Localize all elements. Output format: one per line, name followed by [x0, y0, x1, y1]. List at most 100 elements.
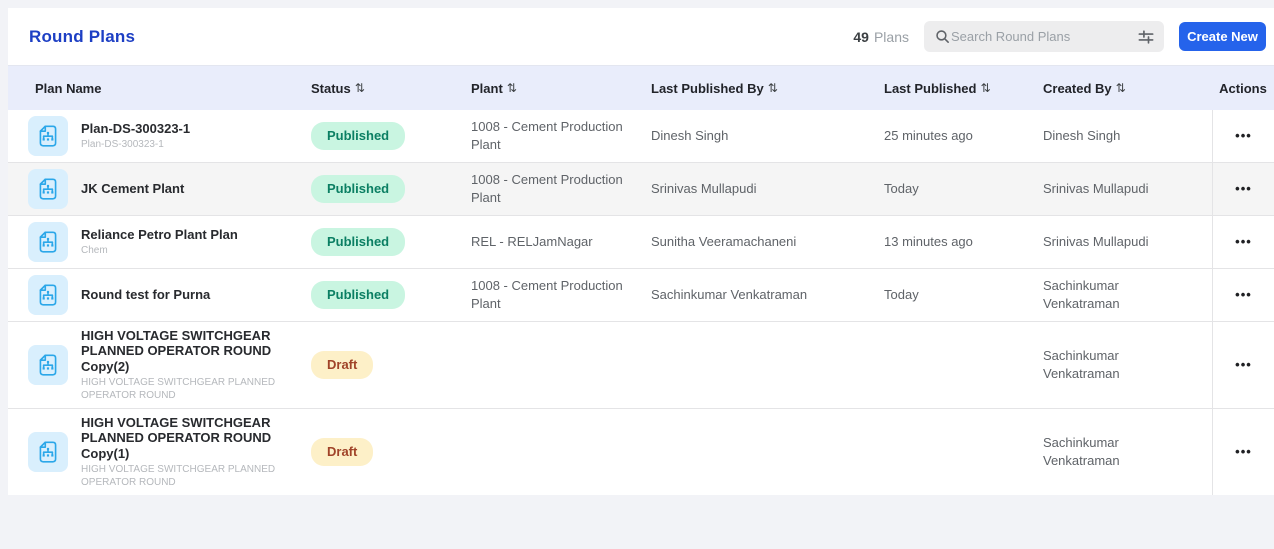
column-header-lp[interactable]: Last Published ⇅: [876, 81, 1035, 96]
plan-document-icon: [28, 432, 68, 472]
last-published-cell: Today: [876, 163, 1035, 215]
search-input[interactable]: [951, 29, 1136, 44]
plan-count: 49 Plans: [853, 29, 909, 45]
last-published-cell: [876, 322, 1035, 408]
status-badge: Published: [311, 228, 405, 256]
table-row[interactable]: HIGH VOLTAGE SWITCHGEAR PLANNED OPERATOR…: [8, 409, 1274, 495]
column-header-cb[interactable]: Created By ⇅: [1035, 81, 1212, 96]
plan-name: HIGH VOLTAGE SWITCHGEAR PLANNED OPERATOR…: [81, 328, 289, 374]
last-published-cell: [876, 409, 1035, 495]
create-new-button[interactable]: Create New: [1179, 22, 1266, 51]
topbar-right: 49 Plans Create New: [853, 21, 1266, 52]
last-published-by-cell: Sunitha Veeramachaneni: [643, 216, 876, 268]
column-header-actions[interactable]: Actions: [1212, 81, 1274, 96]
table-row[interactable]: HIGH VOLTAGE SWITCHGEAR PLANNED OPERATOR…: [8, 322, 1274, 409]
plan-name-cell: JK Cement Plant: [8, 163, 303, 215]
column-header-status[interactable]: Status ⇅: [303, 81, 463, 96]
column-header-label: Status: [311, 81, 351, 96]
actions-cell: •••: [1212, 409, 1274, 495]
search-box[interactable]: [924, 21, 1164, 52]
plan-name: JK Cement Plant: [81, 181, 184, 196]
created-by-cell: Srinivas Mullapudi: [1035, 216, 1212, 268]
plan-name: Plan-DS-300323-1: [81, 121, 190, 136]
column-header-plant[interactable]: Plant ⇅: [463, 81, 643, 96]
plan-name-cell: Round test for Purna: [8, 269, 303, 321]
plan-name-cell: HIGH VOLTAGE SWITCHGEAR PLANNED OPERATOR…: [8, 322, 303, 408]
table-row[interactable]: Plan-DS-300323-1 Plan-DS-300323-1 Publis…: [8, 110, 1274, 163]
column-header-name[interactable]: Plan Name: [8, 81, 303, 96]
status-cell: Published: [303, 163, 463, 215]
plan-name-block: Round test for Purna: [81, 287, 210, 302]
plant-cell: [463, 322, 643, 408]
plant-cell: REL - RELJamNagar: [463, 216, 643, 268]
last-published-by-cell: Srinivas Mullapudi: [643, 163, 876, 215]
status-cell: Draft: [303, 409, 463, 495]
column-header-label: Created By: [1043, 81, 1112, 96]
row-actions-menu-button[interactable]: •••: [1235, 286, 1252, 304]
status-badge: Draft: [311, 438, 373, 466]
column-header-label: Actions: [1219, 81, 1267, 96]
plant-cell: 1008 - Cement Production Plant: [463, 269, 643, 321]
page-title: Round Plans: [29, 27, 135, 47]
table-row[interactable]: JK Cement Plant Published 1008 - Cement …: [8, 163, 1274, 216]
plan-document-icon: [28, 345, 68, 385]
column-header-label: Last Published By: [651, 81, 764, 96]
plan-subtitle: Chem: [81, 244, 238, 257]
plan-subtitle: Plan-DS-300323-1: [81, 138, 190, 151]
plan-subtitle: HIGH VOLTAGE SWITCHGEAR PLANNED OPERATOR…: [81, 376, 289, 402]
last-published-by-cell: Sachinkumar Venkatraman: [643, 269, 876, 321]
row-actions-menu-button[interactable]: •••: [1235, 233, 1252, 251]
table-row[interactable]: Round test for Purna Published 1008 - Ce…: [8, 269, 1274, 322]
plan-name-block: Reliance Petro Plant Plan Chem: [81, 227, 238, 257]
plan-name: HIGH VOLTAGE SWITCHGEAR PLANNED OPERATOR…: [81, 415, 289, 461]
plan-name: Reliance Petro Plant Plan: [81, 227, 238, 242]
sort-icon[interactable]: ⇅: [1116, 81, 1126, 95]
plan-name-block: Plan-DS-300323-1 Plan-DS-300323-1: [81, 121, 190, 151]
plan-name-block: JK Cement Plant: [81, 181, 184, 196]
filter-sliders-icon[interactable]: [1136, 27, 1156, 47]
plan-name-block: HIGH VOLTAGE SWITCHGEAR PLANNED OPERATOR…: [81, 415, 289, 489]
last-published-cell: 13 minutes ago: [876, 216, 1035, 268]
plan-name-cell: Reliance Petro Plant Plan Chem: [8, 216, 303, 268]
actions-cell: •••: [1212, 110, 1274, 162]
round-plans-panel: Round Plans 49 Plans: [8, 8, 1274, 495]
topbar: Round Plans 49 Plans: [8, 8, 1274, 65]
sort-icon[interactable]: ⇅: [980, 81, 990, 95]
plan-name-block: HIGH VOLTAGE SWITCHGEAR PLANNED OPERATOR…: [81, 328, 289, 402]
plant-cell: 1008 - Cement Production Plant: [463, 110, 643, 162]
actions-cell: •••: [1212, 216, 1274, 268]
plant-cell: [463, 409, 643, 495]
row-actions-menu-button[interactable]: •••: [1235, 356, 1252, 374]
column-header-label: Plant: [471, 81, 503, 96]
status-badge: Published: [311, 175, 405, 203]
status-cell: Published: [303, 269, 463, 321]
plan-name-cell: Plan-DS-300323-1 Plan-DS-300323-1: [8, 110, 303, 162]
plan-document-icon: [28, 275, 68, 315]
plan-count-number: 49: [853, 29, 869, 45]
plan-count-label: Plans: [874, 29, 909, 45]
row-actions-menu-button[interactable]: •••: [1235, 443, 1252, 461]
status-badge: Published: [311, 281, 405, 309]
actions-cell: •••: [1212, 322, 1274, 408]
last-published-by-cell: Dinesh Singh: [643, 110, 876, 162]
sort-icon[interactable]: ⇅: [355, 81, 365, 95]
row-actions-menu-button[interactable]: •••: [1235, 180, 1252, 198]
status-cell: Published: [303, 110, 463, 162]
row-actions-menu-button[interactable]: •••: [1235, 127, 1252, 145]
created-by-cell: Sachinkumar Venkatraman: [1035, 322, 1212, 408]
sort-icon[interactable]: ⇅: [768, 81, 778, 95]
plan-name: Round test for Purna: [81, 287, 210, 302]
table-body: Plan-DS-300323-1 Plan-DS-300323-1 Publis…: [8, 110, 1274, 495]
created-by-cell: Sachinkumar Venkatraman: [1035, 409, 1212, 495]
last-published-by-cell: [643, 409, 876, 495]
sort-icon[interactable]: ⇅: [507, 81, 517, 95]
search-icon: [934, 28, 951, 45]
plan-document-icon: [28, 169, 68, 209]
status-cell: Draft: [303, 322, 463, 408]
plan-document-icon: [28, 222, 68, 262]
created-by-cell: Dinesh Singh: [1035, 110, 1212, 162]
plan-name-cell: HIGH VOLTAGE SWITCHGEAR PLANNED OPERATOR…: [8, 409, 303, 495]
plant-cell: 1008 - Cement Production Plant: [463, 163, 643, 215]
table-row[interactable]: Reliance Petro Plant Plan Chem Published…: [8, 216, 1274, 269]
column-header-lpb[interactable]: Last Published By ⇅: [643, 81, 876, 96]
